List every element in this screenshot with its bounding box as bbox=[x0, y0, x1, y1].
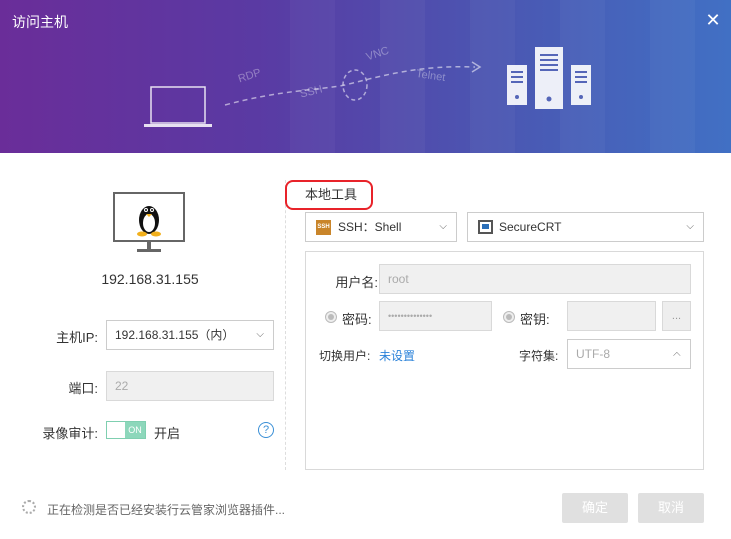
securecrt-icon bbox=[478, 220, 493, 234]
charset-select-value: UTF-8 bbox=[576, 347, 610, 361]
host-ip-display: 192.168.31.155 bbox=[101, 271, 199, 287]
charset-select[interactable]: UTF-8 ⌵ bbox=[567, 339, 691, 369]
port-label: 端口: bbox=[68, 381, 98, 396]
switch-user-link[interactable]: 未设置 bbox=[379, 347, 415, 364]
key-radio[interactable] bbox=[503, 311, 515, 323]
port-input[interactable]: 22 bbox=[106, 371, 274, 401]
record-audit-toggle[interactable]: ON bbox=[106, 421, 146, 439]
loading-spinner-icon bbox=[22, 500, 36, 514]
key-input[interactable] bbox=[567, 301, 656, 331]
record-audit-state: 开启 bbox=[154, 426, 181, 441]
toggle-knob bbox=[107, 422, 126, 438]
key-label: 密钥: bbox=[520, 312, 550, 327]
client-select-value: SecureCRT bbox=[499, 220, 562, 234]
credentials-panel: 用户名: root 密码: •••••••••••••• 密钥: ... 切换用… bbox=[305, 251, 704, 470]
host-ip-select-value: 192.168.31.155（内） bbox=[115, 328, 235, 342]
dialog-title: 访问主机 bbox=[12, 14, 68, 30]
password-input[interactable]: •••••••••••••• bbox=[379, 301, 492, 331]
password-label: 密码: bbox=[342, 312, 372, 327]
host-ip-select[interactable]: 192.168.31.155（内） ⌵ bbox=[106, 320, 274, 350]
switch-user-label: 切换用户: bbox=[319, 349, 371, 363]
protocol-select[interactable]: SSH SSH：Shell ⌵ bbox=[305, 212, 457, 242]
cancel-button[interactable]: 取消 bbox=[638, 493, 704, 523]
connection-path bbox=[224, 61, 482, 106]
username-label: 用户名: bbox=[335, 275, 378, 290]
help-icon[interactable]: ? bbox=[258, 422, 274, 438]
close-icon[interactable]: ✕ bbox=[703, 10, 723, 30]
client-select[interactable]: SecureCRT ⌵ bbox=[467, 212, 704, 242]
record-audit-label: 录像审计: bbox=[42, 426, 98, 441]
linux-monitor-icon bbox=[113, 192, 185, 252]
host-ip-label: 主机IP: bbox=[56, 330, 98, 345]
plugin-status-text: 正在检测是否已经安装行云管家浏览器插件... bbox=[47, 503, 286, 517]
local-tool-title: 本地工具 bbox=[285, 180, 373, 210]
password-radio[interactable] bbox=[325, 311, 337, 323]
chevron-down-icon: ⌵ bbox=[439, 221, 447, 232]
ssh-badge-icon: SSH bbox=[316, 220, 331, 235]
header-banner: 访问主机 ✕ RDP SSH VNC Telnet bbox=[0, 0, 731, 153]
server-rack-icon bbox=[507, 47, 591, 109]
key-browse-button[interactable]: ... bbox=[662, 301, 691, 331]
toggle-on-text: ON bbox=[125, 422, 145, 438]
laptop-icon bbox=[144, 86, 212, 127]
column-divider bbox=[285, 180, 286, 470]
charset-label: 字符集: bbox=[519, 349, 559, 363]
protocol-select-value: SSH：Shell bbox=[338, 220, 402, 234]
chevron-up-icon: ⌵ bbox=[673, 349, 681, 360]
chevron-down-icon: ⌵ bbox=[686, 221, 694, 232]
username-input[interactable]: root bbox=[379, 264, 691, 294]
chevron-down-icon: ⌵ bbox=[256, 329, 264, 340]
confirm-button[interactable]: 确定 bbox=[562, 493, 628, 523]
